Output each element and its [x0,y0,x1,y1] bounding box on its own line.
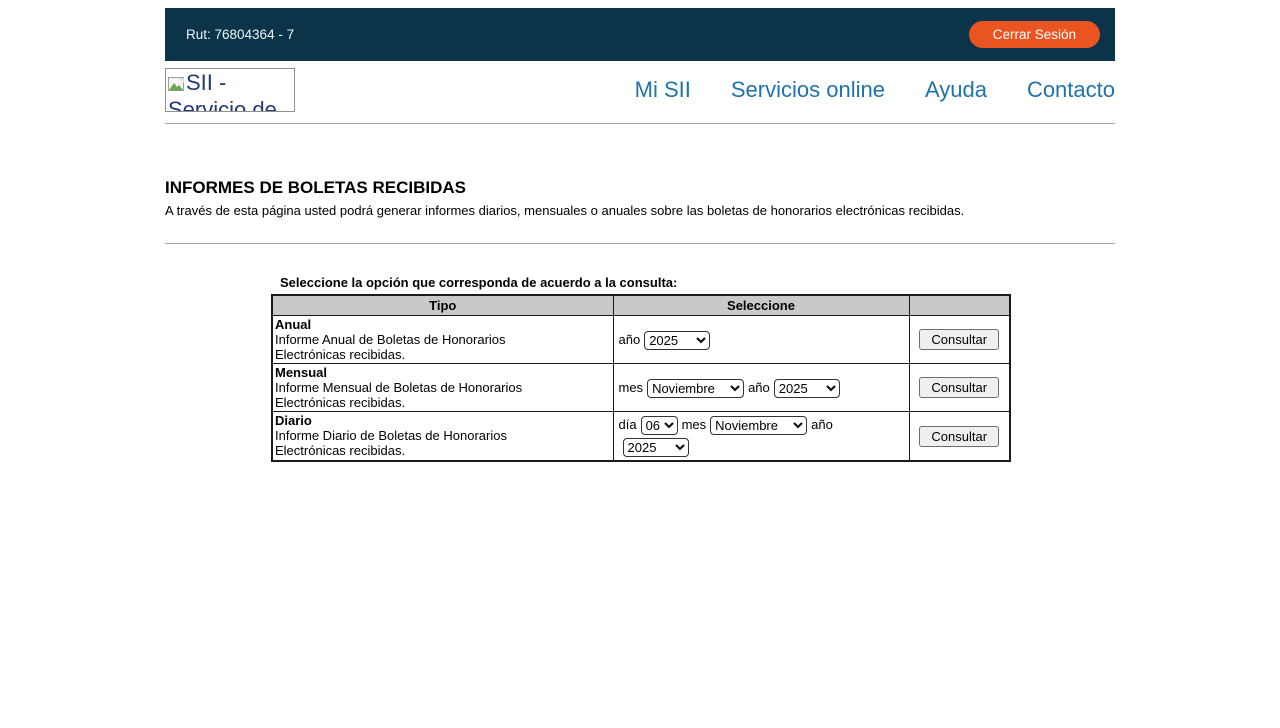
main-content: INFORMES DE BOLETAS RECIBIDAS A través d… [165,178,1115,462]
report-options-table: Tipo Seleccione Anual Informe Anual de B… [271,294,1011,462]
mensual-month-label: mes [619,380,644,395]
nav-ayuda[interactable]: Ayuda [925,77,987,103]
mensual-month-select[interactable]: Noviembre [647,379,744,398]
row-mensual-type: Mensual [275,365,611,380]
header-empty [909,295,1010,316]
broken-image-icon [168,72,185,97]
main-nav: Mi SII Servicios online Ayuda Contacto [635,77,1115,103]
session-topbar: Rut: 76804364 - 7 Cerrar Sesión [165,8,1115,61]
row-mensual-description: Informe Mensual de Boletas de Honorarios… [275,380,560,410]
diario-year-label: año [811,417,833,432]
logout-button[interactable]: Cerrar Sesión [969,21,1100,48]
diario-day-select[interactable]: 06 [641,416,678,435]
diario-day-label: día [619,417,637,432]
anual-consultar-button[interactable]: Consultar [919,329,999,350]
nav-mi-sii[interactable]: Mi SII [635,77,691,103]
nav-servicios-online[interactable]: Servicios online [731,77,885,103]
header-tipo: Tipo [272,295,613,316]
mensual-year-label: año [748,380,770,395]
mensual-consultar-button[interactable]: Consultar [919,377,999,398]
rut-label: Rut: 76804364 - 7 [186,27,294,42]
table-row-mensual: Mensual Informe Mensual de Boletas de Ho… [272,364,1010,412]
mensual-year-select[interactable]: 2025 [774,379,840,398]
page-title: INFORMES DE BOLETAS RECIBIDAS [165,178,1115,198]
row-diario-type: Diario [275,413,611,428]
nav-contacto[interactable]: Contacto [1027,77,1115,103]
diario-year-select[interactable]: 2025 [623,438,689,457]
page-container: Rut: 76804364 - 7 Cerrar Sesión SII - Se… [165,8,1115,462]
consult-section: Seleccione la opción que corresponda de … [271,275,1009,462]
header-seleccione: Seleccione [613,295,909,316]
anual-year-label: año [619,332,641,347]
table-caption: Seleccione la opción que corresponda de … [271,275,1009,290]
diario-month-select[interactable]: Noviembre [710,416,807,435]
section-divider [165,243,1115,244]
diario-month-label: mes [682,417,707,432]
diario-consultar-button[interactable]: Consultar [919,426,999,447]
page-intro: A través de esta página usted podrá gene… [165,203,1115,218]
table-row-diario: Diario Informe Diario de Boletas de Hono… [272,412,1010,462]
row-anual-type: Anual [275,317,611,332]
row-diario-description: Informe Diario de Boletas de Honorarios … [275,428,560,458]
site-header: SII - Servicio de Mi SII Servicios onlin… [165,61,1115,124]
table-header-row: Tipo Seleccione [272,295,1010,316]
anual-year-select[interactable]: 2025 [644,331,710,350]
sii-logo-link[interactable]: SII - Servicio de [165,68,295,112]
table-row-anual: Anual Informe Anual de Boletas de Honora… [272,316,1010,364]
row-anual-description: Informe Anual de Boletas de Honorarios E… [275,332,560,362]
